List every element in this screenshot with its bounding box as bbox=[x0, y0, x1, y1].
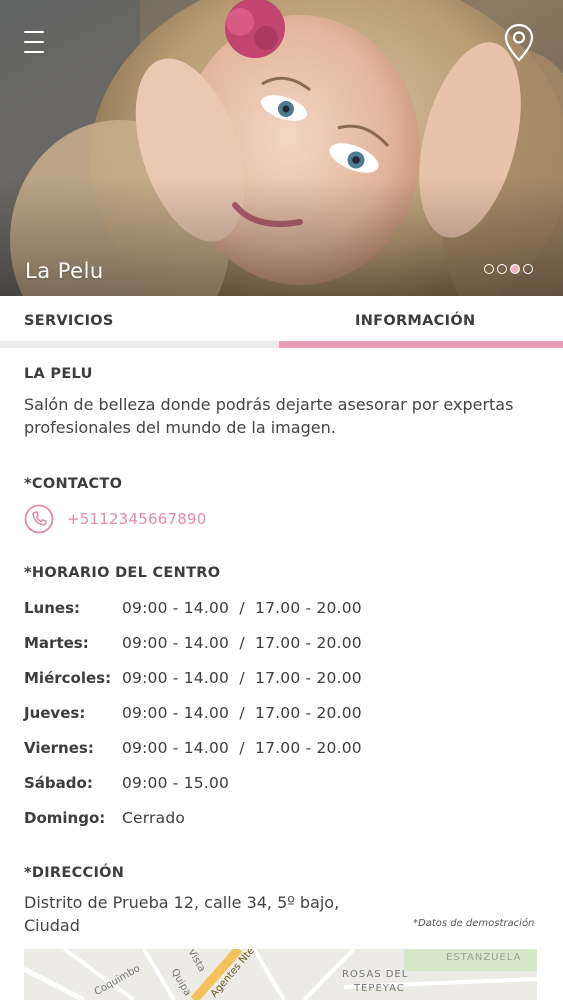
hours-day: Martes: bbox=[24, 634, 89, 652]
carousel-dot[interactable] bbox=[523, 264, 533, 274]
hamburger-menu-icon[interactable] bbox=[22, 28, 48, 58]
location-map[interactable]: Coquimbo ESTANZUELA ROSAS DEL TEPEYAC Vi… bbox=[24, 949, 537, 1000]
hours-day: Domingo: bbox=[24, 809, 106, 827]
hours-day: Viernes: bbox=[24, 739, 94, 757]
address-text: Distrito de Prueba 12, calle 34, 5º bajo… bbox=[24, 893, 340, 935]
hours-row: Lunes: 09:00 - 14.00 / 17.00 - 20.00 bbox=[24, 597, 544, 632]
hours-row: Miércoles: 09:00 - 14.00 / 17.00 - 20.00 bbox=[24, 667, 544, 702]
hours-day: Jueves: bbox=[24, 704, 86, 722]
hours-value: 09:00 - 14.00 / 17.00 - 20.00 bbox=[122, 739, 362, 757]
hours-row: Martes: 09:00 - 14.00 / 17.00 - 20.00 bbox=[24, 632, 544, 667]
address-heading: *DIRECCIÓN bbox=[24, 865, 125, 881]
tab-label: INFORMACIÓN bbox=[355, 313, 476, 329]
hours-value: 09:00 - 14.00 / 17.00 - 20.00 bbox=[122, 634, 362, 652]
tab-servicios[interactable]: SERVICIOS bbox=[0, 296, 279, 348]
salon-heading: LA PELU bbox=[24, 366, 93, 382]
hero-banner: La Pelu bbox=[0, 0, 563, 296]
hours-day: Lunes: bbox=[24, 599, 81, 617]
hours-day: Miércoles: bbox=[24, 669, 112, 687]
hours-value: 09:00 - 15.00 bbox=[122, 774, 230, 792]
map-label: ESTANZUELA bbox=[446, 952, 522, 963]
phone-number: +5112345667890 bbox=[67, 510, 207, 528]
carousel-dot[interactable] bbox=[497, 264, 507, 274]
tab-informacion[interactable]: INFORMACIÓN bbox=[279, 296, 563, 348]
tab-indicator-active bbox=[279, 341, 563, 348]
hours-table: Lunes: 09:00 - 14.00 / 17.00 - 20.00 Mar… bbox=[24, 597, 544, 842]
hours-row: Sábado: 09:00 - 15.00 bbox=[24, 772, 544, 807]
carousel-dots bbox=[484, 264, 533, 276]
hours-value: Cerrado bbox=[122, 809, 186, 827]
phone-link[interactable]: +5112345667890 bbox=[24, 503, 206, 535]
carousel-dot-active[interactable] bbox=[510, 264, 520, 274]
hours-day: Sábado: bbox=[24, 774, 93, 792]
demo-data-note: *Datos de demostración bbox=[413, 918, 535, 929]
hours-value: 09:00 - 14.00 / 17.00 - 20.00 bbox=[122, 599, 362, 617]
hours-value: 09:00 - 14.00 / 17.00 - 20.00 bbox=[122, 704, 362, 722]
tab-label: SERVICIOS bbox=[24, 313, 114, 329]
hours-heading: *HORARIO DEL CENTRO bbox=[24, 565, 221, 581]
phone-icon bbox=[24, 504, 54, 534]
salon-name-title: La Pelu bbox=[25, 259, 104, 283]
contact-heading: *CONTACTO bbox=[24, 476, 123, 492]
hours-value: 09:00 - 14.00 / 17.00 - 20.00 bbox=[122, 669, 362, 687]
tab-indicator bbox=[0, 341, 279, 348]
tab-bar: SERVICIOS INFORMACIÓN bbox=[0, 296, 563, 348]
hours-row: Viernes: 09:00 - 14.00 / 17.00 - 20.00 bbox=[24, 737, 544, 772]
map-label: ROSAS DEL bbox=[342, 969, 409, 980]
top-bar bbox=[0, 0, 563, 90]
carousel-dot[interactable] bbox=[484, 264, 494, 274]
map-label: TEPEYAC bbox=[354, 983, 405, 994]
map-pin-icon[interactable] bbox=[502, 22, 536, 64]
hours-row: Jueves: 09:00 - 14.00 / 17.00 - 20.00 bbox=[24, 702, 544, 737]
hours-row: Domingo: Cerrado bbox=[24, 807, 544, 842]
salon-description: Salón de belleza donde podrás dejarte as… bbox=[24, 395, 514, 437]
